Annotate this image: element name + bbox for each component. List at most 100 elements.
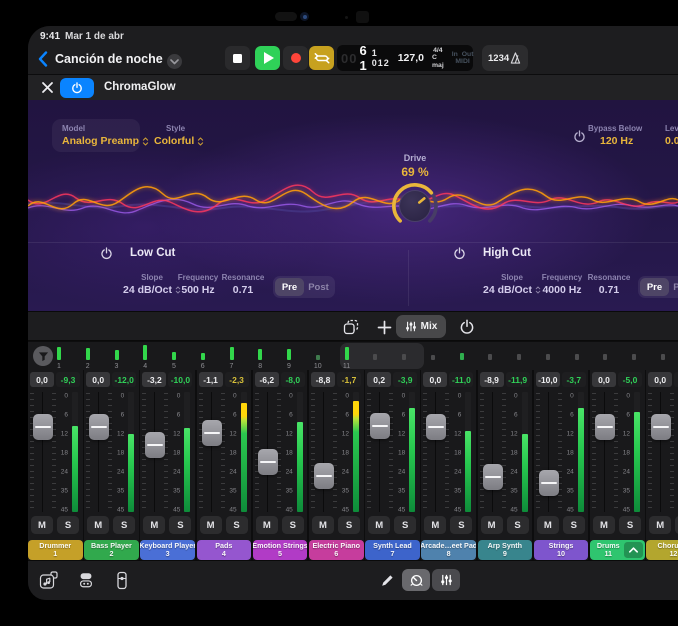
fader-handle[interactable]: [314, 463, 334, 489]
bypass-power-icon[interactable]: [573, 130, 586, 143]
loops-browser-button[interactable]: [37, 570, 59, 590]
close-icon[interactable]: [41, 81, 54, 94]
mute-button[interactable]: M: [593, 516, 615, 534]
overview-track-9[interactable]: 9: [281, 344, 297, 369]
bypass-below-value[interactable]: 120 Hz: [600, 135, 633, 147]
volume-readout[interactable]: -6,2: [255, 372, 279, 387]
overview-track-1[interactable]: 1: [51, 344, 67, 369]
peak-readout[interactable]: -11,9: [506, 372, 530, 387]
peak-readout[interactable]: -10,0: [168, 372, 192, 387]
overview-track-4[interactable]: 4: [137, 344, 153, 369]
track-name-tag[interactable]: Drummer1: [28, 540, 83, 560]
volume-readout[interactable]: -8,8: [311, 372, 335, 387]
mute-button[interactable]: M: [424, 516, 446, 534]
solo-button[interactable]: S: [563, 516, 585, 534]
fader-handle[interactable]: [651, 414, 671, 440]
track-name-tag[interactable]: Strings10: [534, 540, 589, 560]
track-name-tag[interactable]: Electric Piano6: [309, 540, 364, 560]
fader-handle[interactable]: [202, 420, 222, 446]
low-cut-slope-value[interactable]: 24 dB/Oct: [123, 284, 181, 296]
metronome-icon[interactable]: [509, 51, 522, 65]
low-cut-power-icon[interactable]: [100, 247, 113, 260]
fader-handle[interactable]: [426, 414, 446, 440]
mixer-power-button[interactable]: [455, 317, 479, 337]
record-button[interactable]: [283, 46, 308, 70]
high-cut-resonance-value[interactable]: 0.71: [599, 284, 619, 296]
channel-strip-inspector-button[interactable]: [111, 570, 133, 590]
solo-button[interactable]: S: [169, 516, 191, 534]
peak-readout[interactable]: -9,3: [56, 372, 80, 387]
volume-readout[interactable]: 0,0: [30, 372, 54, 387]
mute-button[interactable]: M: [87, 516, 109, 534]
volume-readout[interactable]: 0,0: [648, 372, 672, 387]
high-cut-frequency-value[interactable]: 4000 Hz: [542, 284, 581, 296]
volume-readout[interactable]: -1,1: [199, 372, 223, 387]
track-name-tag[interactable]: Keyboard Player3: [140, 540, 195, 560]
peak-readout[interactable]: -1,7: [337, 372, 361, 387]
volume-readout[interactable]: -8,9: [480, 372, 504, 387]
overview-track-11[interactable]: 11: [339, 344, 355, 369]
mix-view-button[interactable]: Mix: [396, 315, 446, 338]
fader-handle[interactable]: [370, 413, 390, 439]
overview-track[interactable]: [454, 344, 470, 369]
solo-button[interactable]: S: [113, 516, 135, 534]
volume-readout[interactable]: -10,0: [536, 372, 560, 387]
overview-track-2[interactable]: 2: [80, 344, 96, 369]
low-cut-pre-button[interactable]: Pre: [275, 278, 304, 296]
overview-track-7[interactable]: 7: [224, 344, 240, 369]
duplicate-button[interactable]: [339, 317, 363, 337]
track-name-tag[interactable]: Pads4: [197, 540, 252, 560]
count-in-button[interactable]: 1234: [488, 53, 509, 64]
volume-readout[interactable]: 0,2: [367, 372, 391, 387]
low-cut-post-button[interactable]: Post: [304, 278, 333, 296]
overview-track[interactable]: [655, 344, 671, 369]
high-cut-post-button[interactable]: Post: [669, 278, 678, 296]
mute-button[interactable]: M: [31, 516, 53, 534]
plugin-power-button[interactable]: [60, 78, 94, 98]
fader-handle[interactable]: [595, 414, 615, 440]
solo-button[interactable]: S: [226, 516, 248, 534]
track-name-tag[interactable]: Arp Synth9: [478, 540, 533, 560]
volume-readout[interactable]: 0,0: [86, 372, 110, 387]
mute-button[interactable]: M: [143, 516, 165, 534]
high-cut-slope-value[interactable]: 24 dB/Oct: [483, 284, 541, 296]
filter-button[interactable]: [33, 346, 53, 366]
overview-track[interactable]: [367, 344, 383, 369]
mute-button[interactable]: M: [368, 516, 390, 534]
solo-button[interactable]: S: [450, 516, 472, 534]
overview-track[interactable]: [626, 344, 642, 369]
mute-button[interactable]: M: [481, 516, 503, 534]
solo-button[interactable]: S: [394, 516, 416, 534]
volume-readout[interactable]: 0,0: [423, 372, 447, 387]
peak-readout[interactable]: -12,0: [112, 372, 136, 387]
overview-track-3[interactable]: 3: [109, 344, 125, 369]
fader-handle[interactable]: [89, 414, 109, 440]
solo-button[interactable]: S: [338, 516, 360, 534]
high-cut-power-icon[interactable]: [453, 247, 466, 260]
overview-track-5[interactable]: 5: [166, 344, 182, 369]
mute-button[interactable]: M: [312, 516, 334, 534]
fader-handle[interactable]: [483, 464, 503, 490]
overview-track[interactable]: [540, 344, 556, 369]
edit-pencil-button[interactable]: [376, 570, 398, 590]
play-button[interactable]: [255, 46, 280, 70]
peak-readout[interactable]: -2,3: [225, 372, 249, 387]
faders-view-button[interactable]: [432, 569, 460, 591]
fader-handle[interactable]: [539, 470, 559, 496]
peak-readout[interactable]: -11,0: [449, 372, 473, 387]
back-button[interactable]: [38, 51, 50, 67]
track-name-tag[interactable]: Synth Lead7: [365, 540, 420, 560]
peak-readout[interactable]: -8,0: [281, 372, 305, 387]
overview-track[interactable]: [511, 344, 527, 369]
mute-button[interactable]: M: [200, 516, 222, 534]
overview-track-10[interactable]: 10: [310, 344, 326, 369]
mute-button[interactable]: M: [649, 516, 671, 534]
chevron-up-icon[interactable]: [624, 542, 643, 558]
solo-button[interactable]: S: [282, 516, 304, 534]
overview-track[interactable]: [482, 344, 498, 369]
model-value[interactable]: Analog Preamp: [62, 135, 149, 147]
stop-button[interactable]: [225, 46, 250, 70]
song-title[interactable]: Canción de noche: [55, 52, 163, 66]
volume-readout[interactable]: -3,2: [142, 372, 166, 387]
fader-handle[interactable]: [33, 414, 53, 440]
